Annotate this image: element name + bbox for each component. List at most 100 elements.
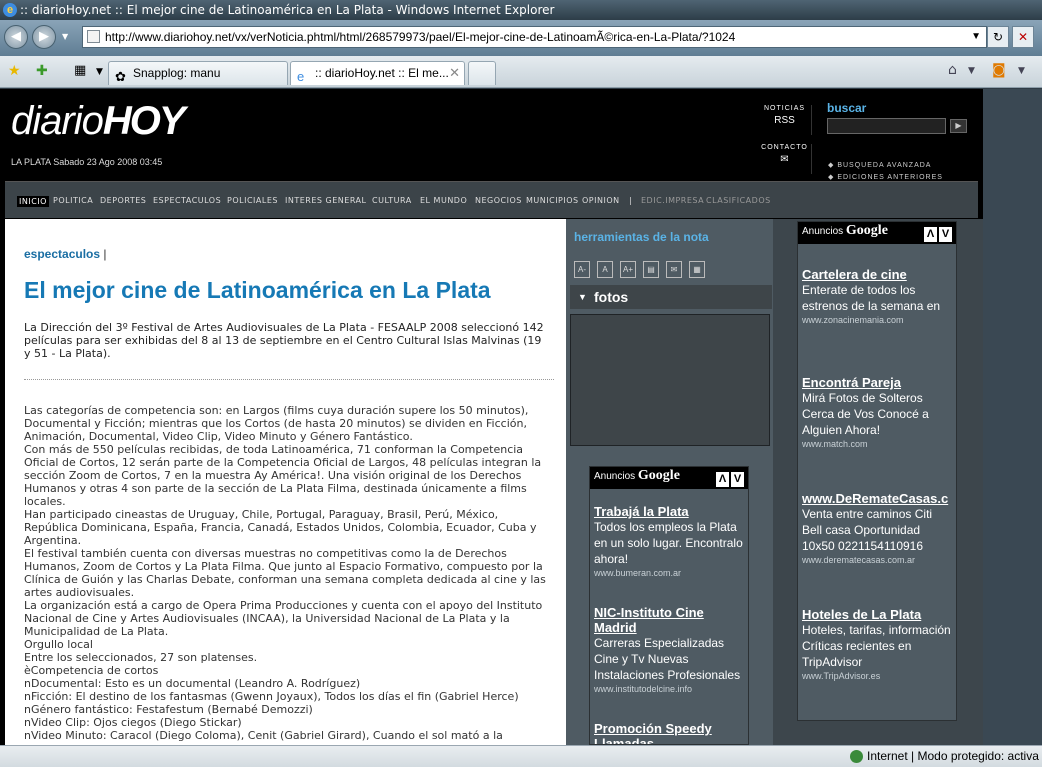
ad-item[interactable]: Cartelera de cine Enterate de todos los … [802, 267, 954, 326]
menu-item-espectaculos[interactable]: ESPECTACULOS [153, 196, 221, 205]
google-logo: Google [637, 468, 680, 483]
ads-header: Anuncios Google ΛV [798, 222, 956, 244]
status-bar: Internet | Modo protegido: activa [0, 745, 1042, 767]
busqueda-avanzada-link[interactable]: ◆ BUSQUEDA AVANZADA [828, 160, 943, 172]
home-dropdown-icon[interactable]: ▼ [968, 66, 975, 76]
paragraph: Orgullo local [24, 638, 93, 651]
add-favorite-icon[interactable]: ✚ [36, 63, 48, 79]
search-go-icon[interactable]: ▶ [950, 119, 967, 133]
diariohoy-logo[interactable]: diarioHOY [11, 99, 186, 144]
menu-item-municipios[interactable]: MUNICIPIOS [526, 196, 579, 205]
ad-item[interactable]: NIC-Instituto Cine Madrid Carreras Espec… [594, 605, 744, 695]
collapse-arrow-icon: ▼ [578, 292, 587, 302]
tab-diariohoy[interactable]: e :: diarioHoy.net :: El me... ✕ [290, 61, 465, 85]
paragraph: èCompetencia de cortos [24, 664, 159, 677]
feeds-dropdown-icon[interactable]: ▼ [1018, 66, 1025, 76]
ads-down-icon[interactable]: V [731, 472, 744, 487]
search-input[interactable] [827, 118, 946, 134]
article-body: Las categorías de competencia son: en La… [24, 404, 552, 742]
address-dropdown-icon[interactable]: ▼ [971, 27, 981, 47]
ie-logo-icon: e [3, 3, 17, 17]
document-icon[interactable]: ▤ [643, 261, 659, 278]
tab-list-icon[interactable]: ▼ [96, 67, 103, 77]
ad-item[interactable]: Hoteles de La Plata Hoteles, tarifas, in… [802, 607, 954, 682]
tab-label: Snapplog: manu [133, 66, 221, 80]
fotos-header[interactable]: ▼ fotos [570, 285, 772, 309]
stop-icon[interactable]: ✕ [1012, 26, 1034, 48]
google-ads-small: Anuncios Google ΛV Trabajá la Plata Todo… [589, 466, 749, 745]
ads-up-icon[interactable]: Λ [924, 227, 937, 242]
tab-snapplog[interactable]: ✿ Snapplog: manu [108, 61, 288, 85]
window-title: :: diarioHoy.net :: El mejor cine de Lat… [20, 3, 555, 17]
back-button[interactable]: ◀ [4, 25, 28, 49]
menu-item-interes-general[interactable]: INTERES GENERAL [285, 196, 366, 205]
history-dropdown-icon[interactable]: ▼ [62, 32, 68, 41]
divider [24, 379, 554, 380]
page-scroll-area[interactable] [983, 89, 1042, 745]
tab-bar: ★ ✚ ▦ ▼ ✿ Snapplog: manu e :: diarioHoy.… [0, 56, 1042, 88]
ads-header: Anuncios Google ΛV [590, 467, 748, 489]
envelope-icon: ✉ [780, 154, 789, 165]
section-link[interactable]: espectaculos | [24, 247, 107, 261]
web-page: diarioHOY LA PLATA Sabado 23 Ago 2008 03… [0, 89, 983, 745]
paragraph: nDocumental: Esto es un documental (Lean… [24, 677, 361, 690]
print-icon[interactable]: ▦ [689, 261, 705, 278]
menu-item-negocios[interactable]: NEGOCIOS [475, 196, 522, 205]
email-icon[interactable]: ✉ [666, 261, 682, 278]
ads-up-icon[interactable]: Λ [716, 472, 729, 487]
right-ads-column: Anuncios Google ΛV Cartelera de cine Ent… [773, 219, 983, 745]
paragraph: Con más de 550 películas recibidas, de t… [24, 443, 542, 508]
close-tab-icon[interactable]: ✕ [449, 62, 460, 84]
paragraph: Las categorías de competencia son: en La… [24, 404, 529, 443]
article-headline: El mejor cine de Latinoamérica en La Pla… [24, 277, 491, 303]
ad-item[interactable]: Promoción Speedy Llamadas [594, 721, 744, 744]
address-bar[interactable]: http://www.diariohoy.net/vx/verNoticia.p… [82, 26, 987, 48]
ads-down-icon[interactable]: V [939, 227, 952, 242]
rss-link[interactable]: NOTICIAS RSS [758, 105, 812, 135]
paragraph: La organización está a cargo de Opera Pr… [24, 599, 543, 638]
menu-item-edic-impresa[interactable]: EDIC.IMPRESA [641, 196, 704, 205]
menu-item-cultura[interactable]: CULTURA [372, 196, 412, 205]
new-tab-button[interactable] [468, 61, 496, 85]
header-date: LA PLATA Sabado 23 Ago 2008 03:45 [11, 157, 163, 167]
menu-item-inicio[interactable]: INICIO [17, 196, 49, 207]
tools-icons: A- A A+ ▤ ✉ ▦ [574, 257, 712, 278]
google-ads-large: Anuncios Google ΛV Cartelera de cine Ent… [797, 221, 957, 721]
forward-button[interactable]: ▶ [32, 25, 56, 49]
navigation-bar: ◀ ▶ ▼ http://www.diariohoy.net/vx/verNot… [0, 20, 1042, 56]
globe-icon [850, 750, 863, 763]
paragraph: nVideo Minuto: Caracol (Diego Coloma), C… [24, 729, 503, 742]
favorites-star-icon[interactable]: ★ [8, 63, 21, 79]
zone-status: Internet | Modo protegido: activa [847, 746, 1042, 767]
ad-item[interactable]: www.DeRemateCasas.c Venta entre caminos … [802, 491, 954, 566]
menu-item-el-mundo[interactable]: EL MUNDO [420, 196, 467, 205]
snapplog-favicon: ✿ [115, 69, 126, 84]
contacto-link[interactable]: CONTACTO ✉ [758, 144, 812, 174]
font-smaller-icon[interactable]: A- [574, 261, 590, 278]
paragraph: Entre los seleccionados, 27 son platense… [24, 651, 258, 664]
refresh-icon[interactable]: ↻ [987, 26, 1009, 48]
menu-item-opinion[interactable]: OPINION [582, 196, 620, 205]
paragraph: nGénero fantástico: Festafestum (Bernabé… [24, 703, 313, 716]
quick-tabs-icon[interactable]: ▦ [74, 63, 86, 78]
paragraph: nVideo Clip: Ojos ciegos (Diego Stickar) [24, 716, 242, 729]
font-normal-icon[interactable]: A [597, 261, 613, 278]
page-icon [87, 30, 100, 43]
tools-title: herramientas de la nota [574, 230, 709, 244]
menu-item-deportes[interactable]: DEPORTES [100, 196, 146, 205]
home-icon[interactable]: ⌂ [948, 62, 957, 78]
ad-item[interactable]: Encontrá Pareja Mirá Fotos de Solteros C… [802, 375, 954, 450]
search-label: buscar [827, 101, 867, 115]
paragraph: Han participado cineastas de Uruguay, Ch… [24, 508, 537, 547]
font-larger-icon[interactable]: A+ [620, 261, 636, 278]
tab-label: :: diarioHoy.net :: El me... [315, 66, 449, 80]
article-panel: espectaculos | El mejor cine de Latinoam… [5, 219, 566, 745]
paragraph: nFicción: El destino de los fantasmas (G… [24, 690, 519, 703]
ie-tab-icon: e [297, 69, 305, 84]
tools-column: herramientas de la nota A- A A+ ▤ ✉ ▦ ▼ fotos… [566, 219, 773, 745]
menu-item-clasificados[interactable]: CLASIFICADOS [706, 196, 771, 205]
ad-item[interactable]: Trabajá la Plata Todos los empleos la Pl… [594, 504, 744, 579]
menu-item-politica[interactable]: POLITICA [53, 196, 93, 205]
menu-item-policiales[interactable]: POLICIALES [227, 196, 278, 205]
feeds-icon[interactable]: ◙ [992, 62, 1006, 78]
